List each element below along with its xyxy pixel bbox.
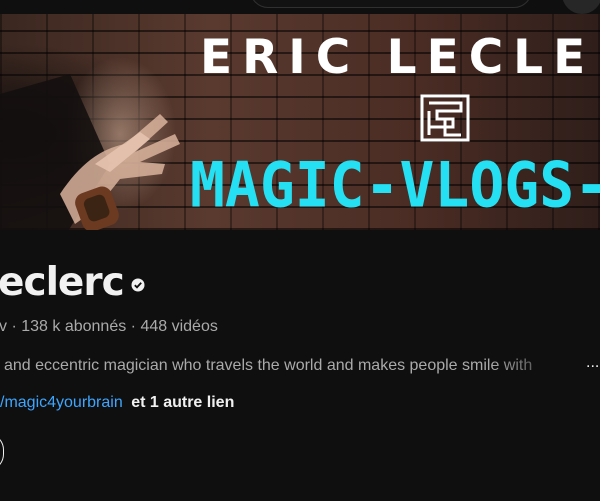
maze-logo-icon	[420, 94, 470, 142]
more-links-button[interactable]: et 1 autre lien	[131, 394, 234, 411]
banner-subtitle: MAGIC-VLOGS-PRA	[190, 148, 600, 222]
subscribe-button[interactable]	[0, 433, 4, 471]
channel-meta: v · 138 k abonnés · 448 vidéos	[0, 318, 218, 336]
video-count: 448 vidéos	[140, 318, 218, 335]
description-fade	[490, 352, 590, 378]
description-more-button[interactable]: ...	[586, 354, 599, 372]
channel-name: eclerc	[0, 260, 125, 305]
banner-title: ERIC LECLE	[200, 30, 596, 85]
meta-separator: ·	[11, 318, 17, 335]
meta-separator: ·	[130, 318, 136, 335]
top-app-bar	[0, 0, 600, 14]
verified-check-icon	[131, 278, 145, 292]
channel-link[interactable]: /magic4yourbrain	[0, 394, 123, 411]
magician-hand-image	[0, 74, 180, 230]
channel-handle: v	[0, 318, 7, 335]
channel-banner: ERIC LECLE MAGIC-VLOGS-PRA	[0, 14, 600, 230]
channel-links: /magic4yourbrain et 1 autre lien	[0, 394, 234, 412]
subscriber-count: 138 k abonnés	[21, 318, 127, 335]
round-header-button[interactable]	[562, 0, 600, 14]
search-box[interactable]	[250, 0, 532, 8]
